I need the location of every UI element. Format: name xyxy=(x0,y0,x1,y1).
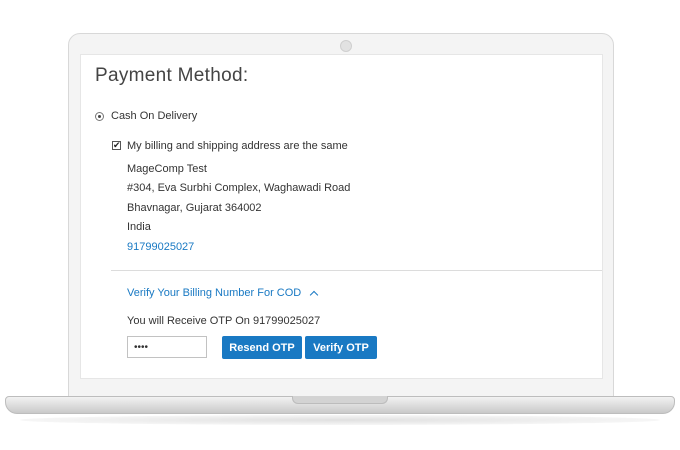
section-divider xyxy=(111,270,602,271)
cod-option-label[interactable]: Cash On Delivery xyxy=(111,110,197,122)
address-name: MageComp Test xyxy=(127,163,207,175)
same-address-label[interactable]: My billing and shipping address are the … xyxy=(127,140,348,152)
webcam-icon xyxy=(340,40,352,52)
laptop-shadow xyxy=(20,415,660,425)
address-phone-link[interactable]: 91799025027 xyxy=(127,241,194,253)
resend-otp-button[interactable]: Resend OTP xyxy=(222,336,302,359)
page-title: Payment Method: xyxy=(95,65,249,86)
otp-info-text: You will Receive OTP On 91799025027 xyxy=(127,315,321,327)
otp-section-toggle[interactable]: Verify Your Billing Number For COD xyxy=(127,287,319,300)
verify-otp-button[interactable]: Verify OTP xyxy=(305,336,377,359)
laptop-base-notch xyxy=(292,396,388,404)
same-address-checkbox[interactable]: ✔ xyxy=(112,141,121,150)
otp-toggle-label: Verify Your Billing Number For COD xyxy=(127,287,302,299)
chevron-up-icon xyxy=(309,290,319,300)
otp-input[interactable] xyxy=(127,336,207,358)
checkout-screen: Payment Method: Cash On Delivery ✔ My bi… xyxy=(80,54,603,379)
address-city: Bhavnagar, Gujarat 364002 xyxy=(127,202,262,214)
address-street: #304, Eva Surbhi Complex, Waghawadi Road xyxy=(127,182,351,194)
address-country: India xyxy=(127,221,151,233)
cod-radio[interactable] xyxy=(95,112,104,121)
